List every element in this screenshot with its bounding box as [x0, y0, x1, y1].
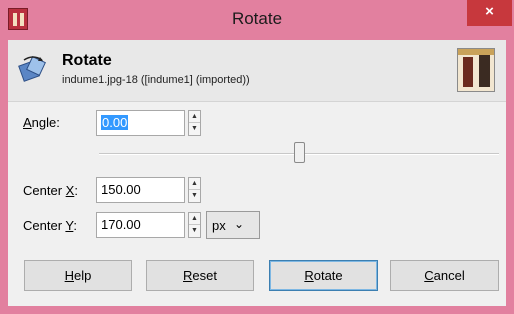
center-y-input[interactable]: 170.00 [96, 212, 185, 238]
center-y-value: 170.00 [101, 217, 141, 232]
center-x-input[interactable]: 150.00 [96, 177, 185, 203]
image-thumbnail [457, 48, 495, 92]
angle-spinner[interactable]: ▲ ▼ [188, 110, 201, 136]
dialog-header: Rotate indume1.jpg-18 ([indume1] (import… [8, 40, 506, 102]
angle-label: Angle: [23, 115, 60, 130]
title-bar[interactable]: Rotate × [0, 0, 514, 40]
rotate-tool-icon [18, 56, 46, 82]
dialog-window: Rotate × Rotate indume1.jpg-18 ([indume1… [0, 0, 514, 314]
chevron-down-icon: ⌄ [234, 217, 245, 231]
unit-value: px [212, 218, 226, 233]
close-button[interactable]: × [467, 0, 512, 26]
help-button[interactable]: Help [24, 260, 132, 291]
cancel-button[interactable]: Cancel [390, 260, 499, 291]
spin-up-icon[interactable]: ▲ [189, 213, 200, 225]
center-y-label: Center Y: [23, 218, 77, 233]
dialog-title: Rotate [62, 52, 112, 69]
center-y-spinner[interactable]: ▲ ▼ [188, 212, 201, 238]
angle-value: 0.00 [101, 115, 129, 130]
image-name-subtitle: indume1.jpg-18 ([indume1] (imported)) [62, 74, 250, 86]
angle-slider-thumb[interactable] [294, 142, 305, 163]
center-x-spinner[interactable]: ▲ ▼ [188, 177, 201, 203]
spin-down-icon[interactable]: ▼ [189, 123, 200, 135]
center-x-value: 150.00 [101, 182, 141, 197]
close-icon: × [485, 3, 494, 20]
spin-up-icon[interactable]: ▲ [189, 178, 200, 190]
dialog-body: Rotate indume1.jpg-18 ([indume1] (import… [8, 40, 506, 306]
rotate-button[interactable]: Rotate [269, 260, 378, 291]
angle-input[interactable]: 0.00 [96, 110, 185, 136]
unit-select[interactable]: px ⌄ [206, 211, 260, 239]
spin-down-icon[interactable]: ▼ [189, 225, 200, 237]
spin-up-icon[interactable]: ▲ [189, 111, 200, 123]
center-x-label: Center X: [23, 183, 78, 198]
window-title: Rotate [231, 9, 283, 28]
reset-button[interactable]: Reset [146, 260, 254, 291]
spin-down-icon[interactable]: ▼ [189, 190, 200, 202]
